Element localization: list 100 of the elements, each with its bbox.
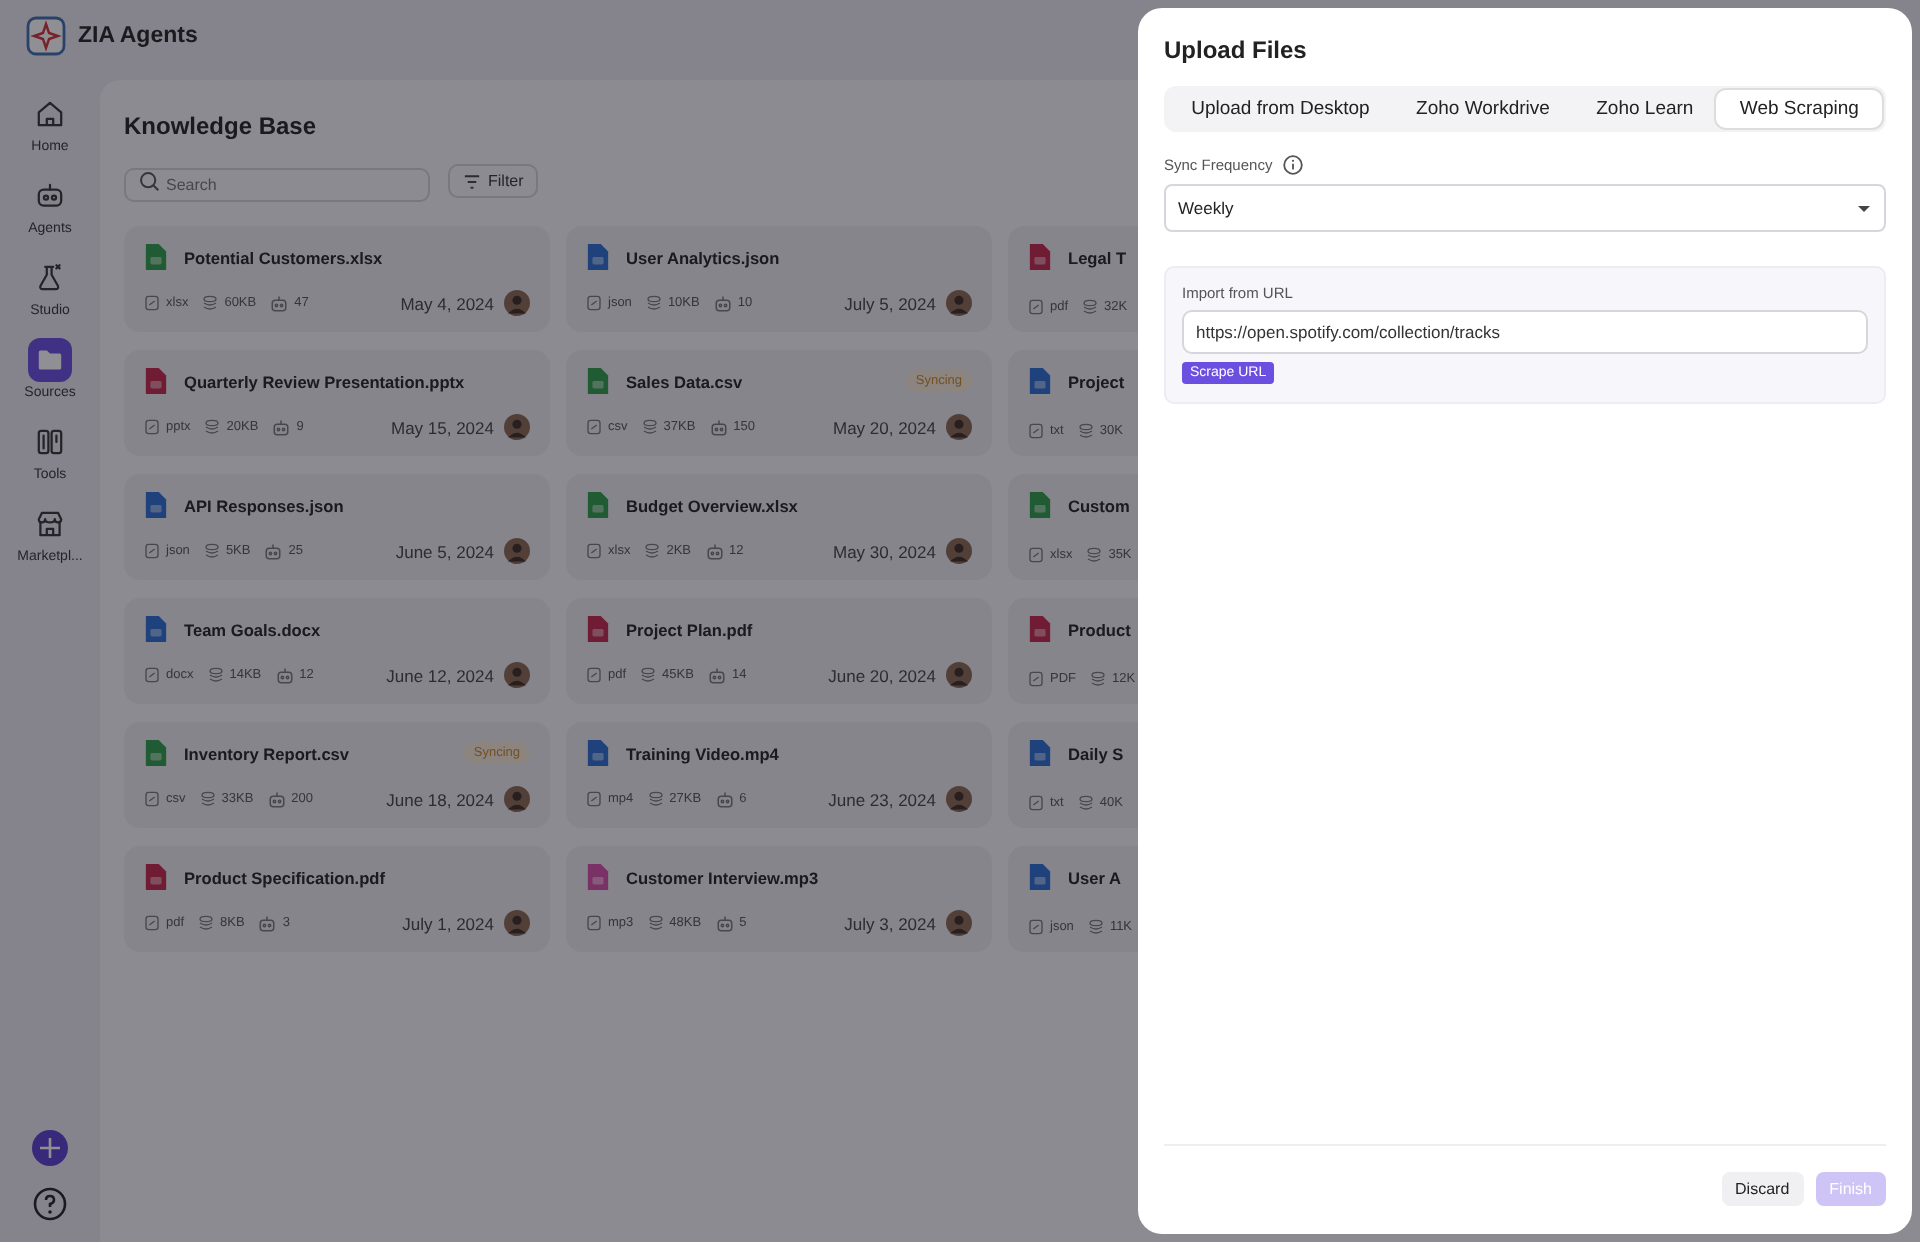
file-name: Product Specification.pdf: [184, 867, 385, 887]
filter-button[interactable]: Filter: [448, 164, 538, 198]
home-icon: [34, 98, 66, 130]
file-name: Sales Data.csv: [626, 371, 743, 391]
robot-icon: [270, 293, 289, 313]
url-field[interactable]: https://open.spotify.com/collection/tracks: [1182, 310, 1868, 354]
storage-icon: [647, 914, 664, 932]
storage-icon: [203, 542, 220, 560]
robot-icon: [272, 417, 291, 437]
file-icon: [586, 738, 610, 768]
add-button[interactable]: [32, 1130, 68, 1166]
file-name: Team Goals.docx: [184, 619, 321, 639]
file-icon: [586, 490, 610, 520]
avatar-icon: [946, 786, 972, 812]
upload-date: May 4, 2024: [400, 293, 494, 313]
avatar-icon: [504, 538, 530, 564]
file-icon: [1028, 242, 1052, 272]
file-icon: [1028, 490, 1052, 520]
upload-date: July 1, 2024: [402, 913, 494, 933]
upload-date: June 20, 2024: [828, 665, 936, 685]
storage-icon: [1086, 546, 1103, 564]
file-icon: [1028, 366, 1052, 396]
file-name: Customer Interview.mp3: [626, 867, 819, 887]
file-type-icon: [1028, 670, 1044, 688]
avatar-icon: [504, 662, 530, 688]
file-icon: [144, 242, 168, 272]
app-title: ZIA Agents: [78, 24, 198, 48]
upload-date: May 30, 2024: [832, 541, 936, 561]
tab[interactable]: Zoho Workdrive: [1392, 90, 1574, 128]
file-type-icon: [1028, 918, 1044, 936]
avatar-icon: [504, 910, 530, 936]
file-icon: [586, 614, 610, 644]
storage-icon: [198, 914, 215, 932]
file-name: API Responses.json: [184, 495, 344, 515]
page-title: Knowledge Base: [124, 112, 319, 140]
file-name: User A: [1068, 867, 1121, 887]
avatar-icon: [946, 662, 972, 688]
tab[interactable]: Zoho Learn: [1573, 90, 1717, 128]
tab[interactable]: Web Scraping: [1716, 90, 1883, 128]
upload-date: May 20, 2024: [832, 417, 936, 437]
storage-icon: [202, 294, 219, 312]
file-name: Training Video.mp4: [626, 743, 779, 763]
file-name: Custom: [1068, 495, 1130, 515]
file-name: Potential Customers.xlsx: [184, 247, 383, 267]
upload-date: June 5, 2024: [395, 541, 494, 561]
file-type-icon: [586, 914, 602, 932]
storage-icon: [199, 790, 216, 808]
file-type-icon: [144, 542, 160, 560]
frequency-dropdown[interactable]: Weekly: [1164, 184, 1886, 232]
storage-icon: [647, 790, 664, 808]
avatar-icon: [946, 290, 972, 316]
robot-icon: [709, 417, 728, 437]
storage-icon: [641, 418, 658, 436]
file-type-icon: [586, 542, 602, 560]
storage-icon: [1087, 918, 1104, 936]
robot-icon: [275, 665, 294, 685]
tools-icon: [34, 426, 66, 458]
robot-icon: [713, 293, 732, 313]
file-icon: [144, 738, 168, 768]
file-type-icon: [144, 294, 160, 312]
robot-icon: [264, 541, 283, 561]
avatar-icon: [504, 786, 530, 812]
storage-icon: [1082, 298, 1099, 316]
file-name: Legal T: [1068, 247, 1127, 267]
tab[interactable]: Upload from Desktop: [1168, 90, 1393, 128]
file-type-icon: [1028, 546, 1044, 564]
robot-icon: [715, 913, 734, 933]
file-icon: [586, 862, 610, 892]
store-icon: [34, 508, 66, 540]
file-type-icon: [144, 418, 160, 436]
robot-icon: [258, 913, 277, 933]
avatar-icon: [946, 538, 972, 564]
file-name: Inventory Report.csv: [184, 743, 350, 763]
file-type-icon: [144, 914, 160, 932]
search-field[interactable]: Search: [124, 168, 430, 202]
file-type-icon: [144, 790, 160, 808]
avatar-icon: [946, 910, 972, 936]
file-type-icon: [586, 666, 602, 684]
storage-icon: [207, 666, 224, 684]
file-type-icon: [1028, 422, 1044, 440]
upload-date: June 18, 2024: [386, 789, 494, 809]
file-type-icon: [586, 790, 602, 808]
file-icon: [144, 862, 168, 892]
storage-icon: [1077, 422, 1094, 440]
robot-icon: [34, 180, 66, 212]
file-name: Budget Overview.xlsx: [626, 495, 798, 515]
storage-icon: [1090, 670, 1106, 688]
folder-icon: [34, 344, 66, 376]
flask-icon: [34, 262, 66, 294]
avatar-icon: [946, 414, 972, 440]
logo-icon: [26, 16, 66, 56]
robot-icon: [715, 789, 734, 809]
file-icon: [1028, 862, 1052, 892]
help-icon: [32, 1186, 68, 1222]
discard-button[interactable]: Discard: [1721, 1172, 1804, 1206]
storage-icon: [645, 294, 662, 312]
file-name: Product: [1068, 619, 1131, 639]
file-icon: [1028, 738, 1052, 768]
file-type-icon: [586, 294, 602, 312]
avatar-icon: [504, 290, 530, 316]
